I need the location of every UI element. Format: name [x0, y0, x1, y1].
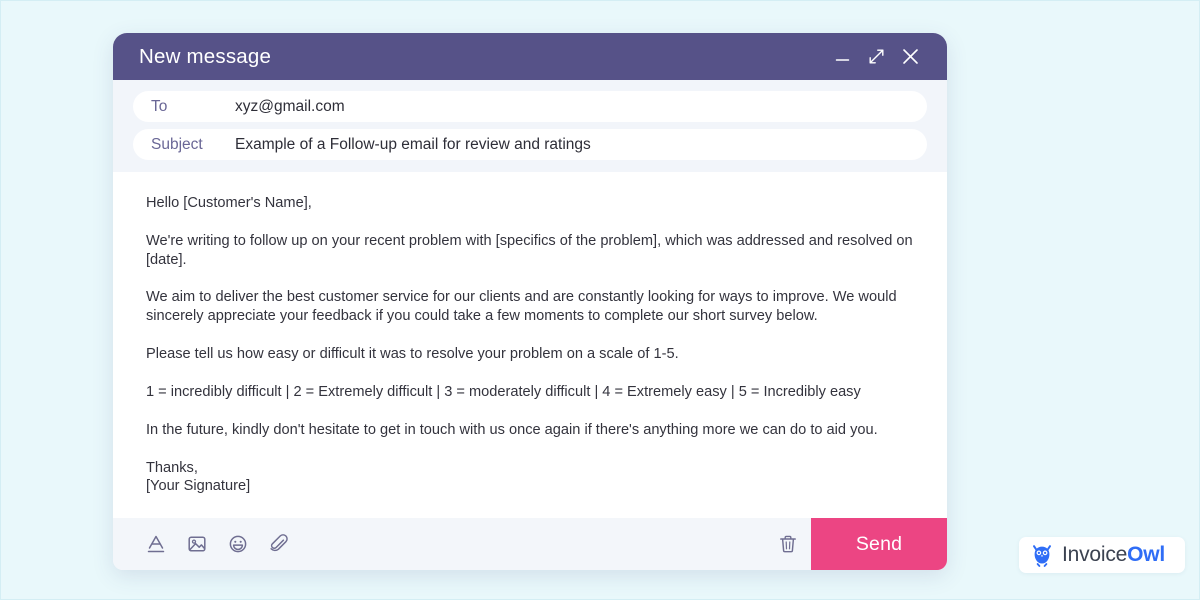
body-paragraph-closing: In the future, kindly don't hesitate to … — [146, 421, 918, 440]
compose-footer-toolbar: Send — [113, 518, 947, 570]
subject-field-label: Subject — [151, 136, 235, 154]
emoji-button[interactable] — [221, 527, 255, 561]
body-paragraph-followup: We're writing to follow up on your recen… — [146, 232, 918, 270]
to-field-row[interactable]: To xyz@gmail.com — [133, 91, 927, 122]
brand-word-invoice: Invoice — [1062, 543, 1127, 566]
close-button[interactable] — [893, 42, 927, 72]
expand-icon — [867, 47, 886, 66]
body-paragraph-scale-legend: 1 = incredibly difficult | 2 = Extremely… — [146, 383, 918, 402]
text-format-icon — [145, 533, 167, 555]
subject-field-row[interactable]: Subject Example of a Follow-up email for… — [133, 129, 927, 160]
brand-badge: InvoiceOwl — [1019, 537, 1185, 573]
text-format-button[interactable] — [139, 527, 173, 561]
insert-image-icon — [186, 533, 208, 555]
delete-draft-button[interactable] — [765, 518, 811, 570]
minimize-icon — [834, 48, 851, 65]
message-body[interactable]: Hello [Customer's Name], We're writing t… — [113, 172, 947, 518]
attachment-button[interactable] — [262, 527, 296, 561]
brand-word-owl: Owl — [1127, 543, 1165, 566]
attachment-icon — [268, 533, 290, 555]
subject-field-value[interactable]: Example of a Follow-up email for review … — [235, 136, 591, 154]
owl-icon — [1031, 543, 1053, 567]
insert-image-button[interactable] — [180, 527, 214, 561]
compose-window: New message To xyz@gmail.com — [113, 33, 947, 570]
close-icon — [900, 46, 921, 67]
minimize-button[interactable] — [825, 42, 859, 72]
compose-title-bar: New message — [113, 33, 947, 80]
trash-icon — [777, 533, 799, 555]
body-paragraph-scale-prompt: Please tell us how easy or difficult it … — [146, 345, 918, 364]
brand-name: InvoiceOwl — [1062, 543, 1165, 567]
window-title: New message — [139, 45, 825, 69]
body-paragraph-service: We aim to deliver the best customer serv… — [146, 288, 918, 326]
to-field-value[interactable]: xyz@gmail.com — [235, 98, 345, 116]
signoff-signature: [Your Signature] — [146, 478, 250, 494]
address-fields-area: To xyz@gmail.com Subject Example of a Fo… — [113, 80, 947, 172]
body-paragraph-greeting: Hello [Customer's Name], — [146, 194, 918, 213]
signoff-thanks: Thanks, — [146, 460, 198, 476]
expand-button[interactable] — [859, 42, 893, 72]
to-field-label: To — [151, 98, 235, 116]
body-paragraph-signoff: Thanks, [Your Signature] — [146, 459, 918, 497]
send-button[interactable]: Send — [811, 518, 947, 570]
emoji-icon — [227, 533, 249, 555]
